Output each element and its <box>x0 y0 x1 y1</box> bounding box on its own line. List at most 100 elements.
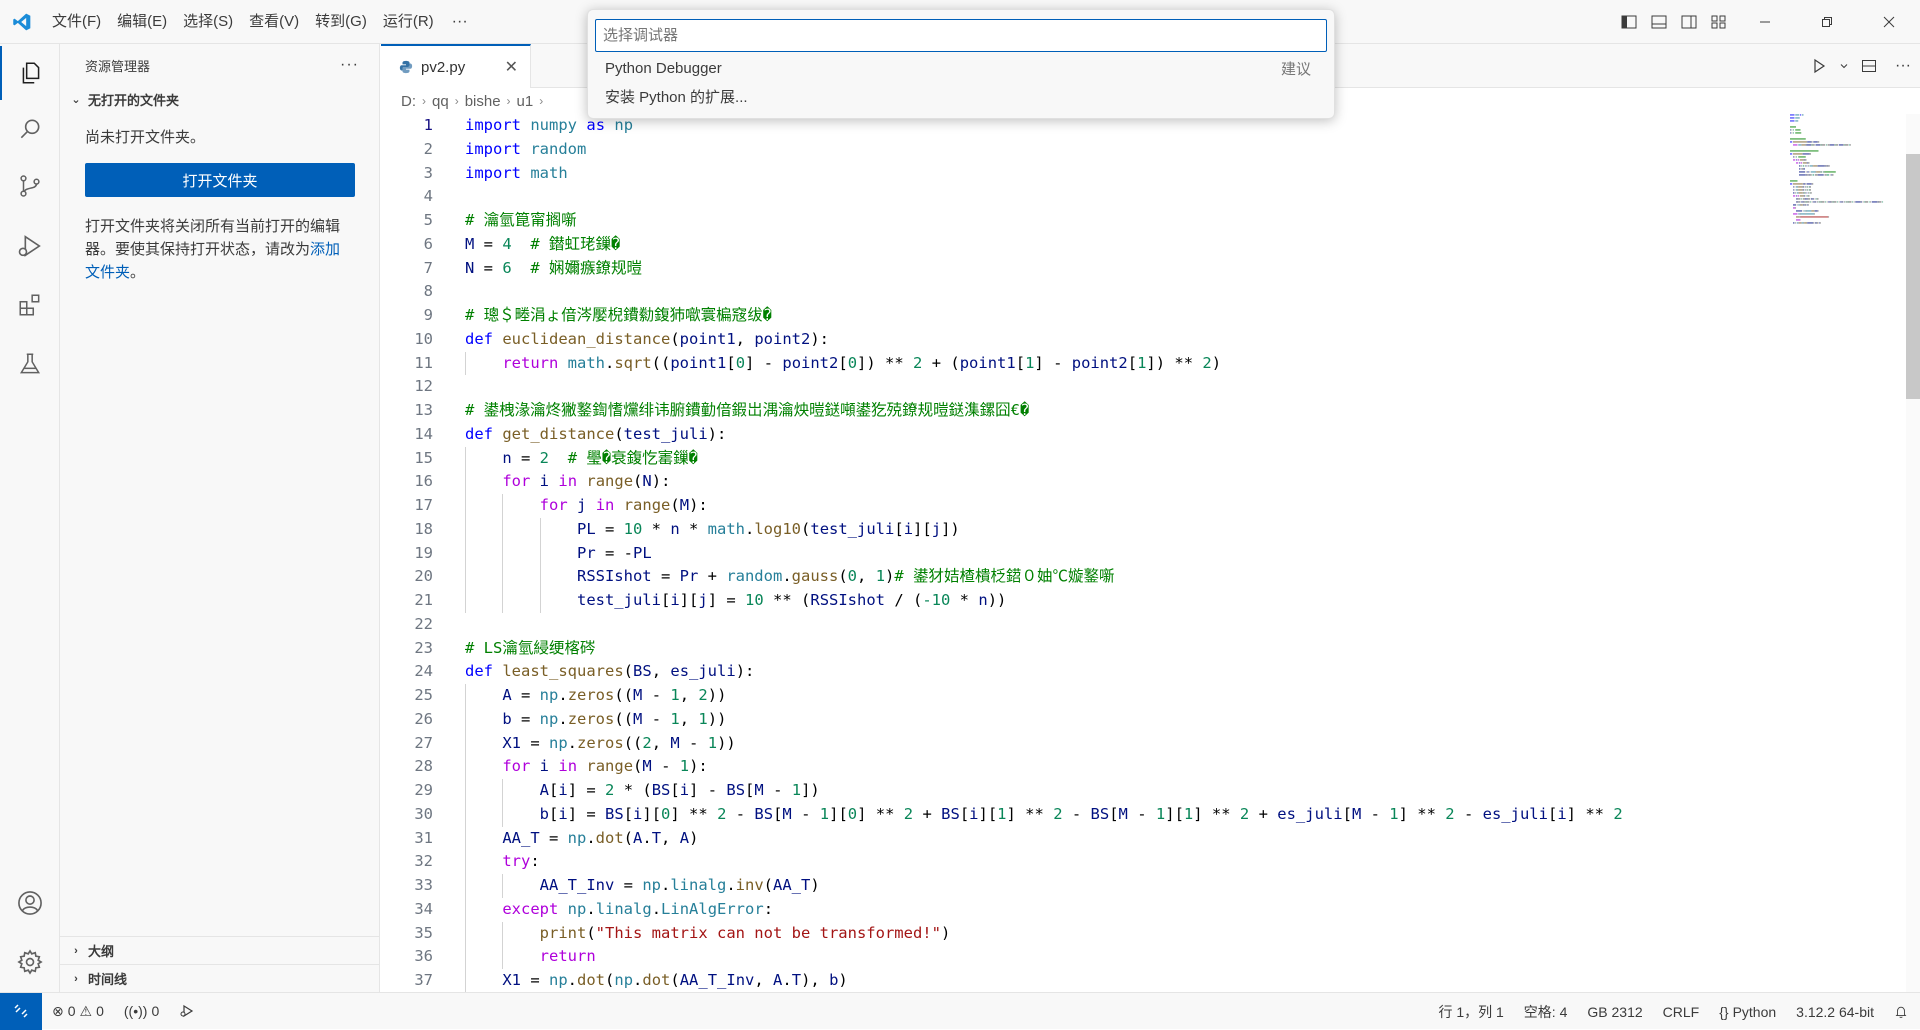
cursor-position[interactable]: 行 1，列 1 <box>1428 1002 1513 1022</box>
code-line[interactable]: 30 b[i] = BS[i][0] ** 2 - BS[M - 1][0] *… <box>381 802 1781 827</box>
code-line[interactable]: 8 <box>381 280 1781 304</box>
warnings-count: 0 <box>96 1003 104 1019</box>
code-line[interactable]: 14 def get_distance(test_juli): <box>381 423 1781 447</box>
menu-run[interactable]: 运行(R) <box>375 9 442 35</box>
outline-section[interactable]: › 大纲 <box>60 936 380 964</box>
no-folder-section[interactable]: ⌄ 无打开的文件夹 <box>60 86 379 112</box>
tab-pv2-py[interactable]: pv2.py ✕ <box>381 44 531 88</box>
code-line[interactable]: 35 print("This matrix can not be transfo… <box>381 921 1781 946</box>
source-control-icon[interactable] <box>0 159 60 213</box>
debug-launch-icon[interactable] <box>169 1003 205 1019</box>
toggle-panel-icon[interactable] <box>1644 7 1674 37</box>
remote-indicator-icon[interactable] <box>0 992 42 1030</box>
extensions-icon[interactable] <box>0 278 60 332</box>
code-line[interactable]: 23 # LS瀹氫綅绠楁硶 <box>381 637 1781 661</box>
code-line[interactable]: 11 return math.sqrt((point1[0] - point2[… <box>381 351 1781 376</box>
minimap[interactable] <box>1790 114 1900 334</box>
code-line[interactable]: 24 def least_squares(BS, es_juli): <box>381 660 1781 684</box>
code-line[interactable]: 33 AA_T_Inv = np.linalg.inv(AA_T) <box>381 874 1781 898</box>
restore-icon[interactable] <box>1796 0 1858 44</box>
line-source: for i in range(N): <box>502 472 671 491</box>
breadcrumb-item[interactable]: D: <box>401 93 416 110</box>
explorer-icon[interactable] <box>0 46 60 100</box>
menu-go[interactable]: 转到(G) <box>307 9 375 35</box>
ports-indicator[interactable]: ((•)) 0 <box>114 1003 169 1019</box>
run-options-chevron-down-icon[interactable] <box>1836 51 1852 81</box>
code-line[interactable]: 31 AA_T = np.dot(A.T, A) <box>381 826 1781 851</box>
scrollbar-thumb[interactable] <box>1906 154 1920 399</box>
code-line[interactable]: 29 A[i] = 2 * (BS[i] - BS[M - 1]) <box>381 779 1781 803</box>
minimap-token <box>1815 201 1817 203</box>
sidebar-more-button[interactable]: ··· <box>340 56 359 74</box>
toggle-secondary-sidebar-icon[interactable] <box>1674 7 1704 37</box>
code-line[interactable]: 34 except np.linalg.LinAlgError: <box>381 897 1781 922</box>
customize-layout-icon[interactable] <box>1704 7 1734 37</box>
menu-view[interactable]: 查看(V) <box>241 9 307 35</box>
code-line[interactable]: 18 PL = 10 * n * math.log10(test_juli[i]… <box>381 517 1781 542</box>
end-of-line[interactable]: CRLF <box>1653 1004 1710 1020</box>
breadcrumb-item[interactable]: bishe <box>465 93 501 110</box>
vertical-scrollbar[interactable] <box>1906 114 1920 992</box>
menu-selection[interactable]: 选择(S) <box>175 9 241 35</box>
close-window-icon[interactable] <box>1858 0 1920 44</box>
minimize-icon[interactable] <box>1734 0 1796 44</box>
minimap-token <box>1811 210 1814 212</box>
menu-more-button[interactable]: ··· <box>442 13 478 31</box>
accounts-icon[interactable] <box>0 876 60 930</box>
menu-edit[interactable]: 编辑(E) <box>109 9 175 35</box>
code-line[interactable]: 16 for i in range(N): <box>381 470 1781 494</box>
testing-icon[interactable] <box>0 337 60 391</box>
code-line[interactable]: 12 <box>381 375 1781 399</box>
problems-indicator[interactable]: ⊗ 0 ⚠ 0 <box>42 1003 114 1020</box>
minimap-token <box>1811 183 1814 185</box>
breadcrumb-item[interactable]: qq <box>432 93 449 110</box>
minimap-token <box>1860 201 1862 203</box>
minimap-token <box>1807 186 1809 188</box>
toggle-primary-sidebar-icon[interactable] <box>1614 7 1644 37</box>
encoding[interactable]: GB 2312 <box>1577 1004 1652 1020</box>
code-line[interactable]: 21 test_juli[i][j] = 10 ** (RSSIshot / (… <box>381 589 1781 613</box>
run-debug-icon[interactable] <box>0 219 60 273</box>
code-line[interactable]: 36 return <box>381 945 1781 969</box>
editor-more-icon[interactable]: ··· <box>1886 51 1920 81</box>
code-line[interactable]: 32 try: <box>381 850 1781 874</box>
code-line[interactable]: 9 # 璁＄畻涓ょ偣涔嬮棿鐨勬鍑犻噷寰楄窛绂� <box>381 304 1781 328</box>
code-line[interactable]: 7 N = 6 # 娴嬭瘯鐐规暟 <box>381 257 1781 281</box>
code-line[interactable]: 13 # 鍙栧湪瀹炵獙鐜鍧愭爣绯讳腑鐨勭偣鍜岀湡瀹炴暟鎹噸鍙犵殑鐐规暟鎹潗鏍囧€� <box>381 399 1781 423</box>
menu-file[interactable]: 文件(F) <box>44 9 109 35</box>
select-debugger-input[interactable] <box>595 19 1327 52</box>
language-mode[interactable]: {} Python <box>1709 1004 1786 1020</box>
minimap-token <box>1798 213 1800 215</box>
timeline-section[interactable]: › 时间线 <box>60 964 380 992</box>
code-line[interactable]: 25 A = np.zeros((M - 1, 2)) <box>381 684 1781 708</box>
open-folder-button[interactable]: 打开文件夹 <box>85 163 355 197</box>
code-line[interactable]: 2 import random <box>381 138 1781 162</box>
code-line[interactable]: 4 <box>381 185 1781 209</box>
code-editor[interactable]: 1 import numpy as np 2 import random 3 import… <box>381 114 1781 992</box>
code-line[interactable]: 37 X1 = np.dot(np.dot(AA_T_Inv, A.T), b) <box>381 969 1781 992</box>
code-line[interactable]: 15 n = 2 # 璺�衰鍑忔寚鏁� <box>381 446 1781 471</box>
code-line[interactable]: 5 # 瀹氫箟甯搁噺 <box>381 209 1781 233</box>
manage-gear-icon[interactable] <box>0 935 60 989</box>
code-line[interactable]: 20 RSSIshot = Pr + random.gauss(0, 1)# 鍙… <box>381 565 1781 589</box>
minimap-token <box>1821 144 1826 146</box>
quick-pick-item[interactable]: 安装 Python 的扩展... <box>595 83 1327 110</box>
code-line[interactable]: 19 Pr = -PL <box>381 541 1781 566</box>
quick-pick-item[interactable]: Python Debugger 建议 <box>595 55 1327 82</box>
code-line[interactable]: 28 for i in range(M - 1): <box>381 755 1781 779</box>
notifications-bell-icon[interactable] <box>1884 1005 1920 1019</box>
code-line[interactable]: 17 for j in range(M): <box>381 494 1781 518</box>
code-line[interactable]: 3 import math <box>381 162 1781 186</box>
run-python-file-icon[interactable] <box>1802 51 1836 81</box>
search-icon[interactable] <box>0 102 60 156</box>
breadcrumb-item[interactable]: u1 <box>517 93 534 110</box>
python-interpreter[interactable]: 3.12.2 64-bit <box>1786 1004 1884 1020</box>
code-line[interactable]: 6 M = 4 # 鐟虹珯鏁� <box>381 233 1781 257</box>
split-editor-icon[interactable] <box>1852 51 1886 81</box>
indentation[interactable]: 空格: 4 <box>1514 1002 1578 1022</box>
code-line[interactable]: 26 b = np.zeros((M - 1, 1)) <box>381 707 1781 732</box>
code-line[interactable]: 27 X1 = np.zeros((2, M - 1)) <box>381 731 1781 756</box>
close-tab-icon[interactable]: ✕ <box>505 57 518 77</box>
code-line[interactable]: 10 def euclidean_distance(point1, point2)… <box>381 328 1781 352</box>
code-line[interactable]: 22 <box>381 613 1781 637</box>
